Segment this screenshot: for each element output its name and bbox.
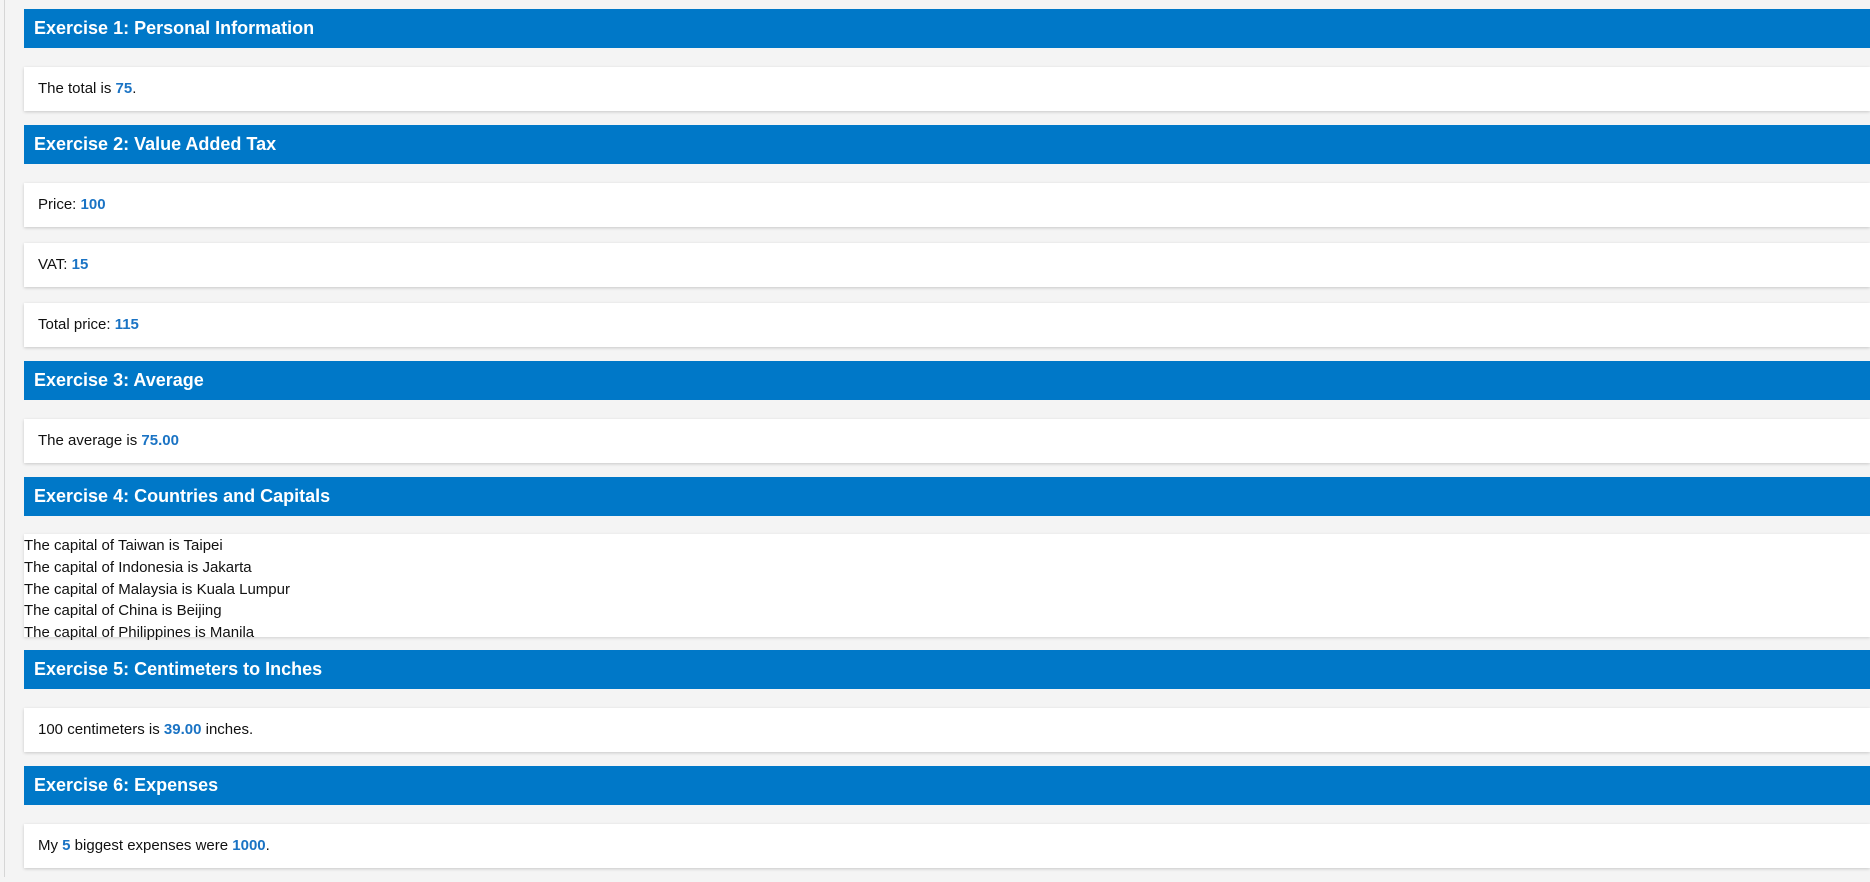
- capital-line-indonesia: The capital of Indonesia is Jakarta: [24, 558, 252, 576]
- exercise-2-header: Exercise 2: Value Added Tax: [24, 125, 1870, 164]
- average-value: 75.00: [141, 432, 179, 449]
- total-price-value: 115: [114, 316, 139, 333]
- conversion-card: 100 centimeters is 39.00 inches.: [24, 708, 1870, 752]
- capital-line-taiwan: The capital of Taiwan is Taipei: [24, 537, 223, 554]
- expenses-count-value: 5: [62, 837, 71, 854]
- expenses-text-end: .: [265, 837, 270, 854]
- vat-card: VAT: 15: [24, 243, 1870, 287]
- exercise-1-title: Exercise 1: Personal Information: [34, 18, 315, 38]
- capital-line-philippines: The capital of Philippines is Manila: [24, 624, 255, 641]
- exercise-5-header: Exercise 5: Centimeters to Inches: [24, 650, 1870, 689]
- capitals-list: The capital of Taiwan is Taipei The capi…: [24, 534, 1870, 641]
- expenses-text-middle: biggest expenses were: [70, 837, 233, 854]
- conversion-text-end: inches.: [201, 721, 254, 738]
- capital-line-malaysia: The capital of Malaysia is Kuala Lumpur: [24, 580, 290, 598]
- expenses-card: My 5 biggest expenses were 1000.: [24, 824, 1870, 868]
- price-label: Price:: [38, 196, 81, 213]
- vat-label: VAT:: [38, 256, 72, 273]
- page-left-border: [4, 0, 5, 877]
- price-card: Price: 100: [24, 183, 1870, 227]
- expenses-text: My: [38, 837, 63, 854]
- exercise-6-title: Exercise 6: Expenses: [34, 775, 219, 795]
- total-text: The total is: [38, 80, 116, 97]
- exercise-4-header: Exercise 4: Countries and Capitals: [24, 477, 1870, 516]
- exercise-1-total-card: The total is 75.: [24, 67, 1870, 111]
- exercise-1-header: Exercise 1: Personal Information: [24, 9, 1870, 48]
- average-card: The average is 75.00: [24, 419, 1870, 463]
- inches-value: 39.00: [163, 721, 202, 738]
- total-price-card: Total price: 115: [24, 303, 1870, 347]
- exercises-page: Exercise 1: Personal Information The tot…: [24, 9, 1870, 882]
- exercise-3-header: Exercise 3: Average: [24, 361, 1870, 400]
- total-price-label: Total price:: [38, 316, 115, 333]
- exercise-6-header: Exercise 6: Expenses: [24, 766, 1870, 805]
- expenses-total-value: 1000: [232, 837, 266, 854]
- vat-value: 15: [71, 256, 89, 273]
- capital-line-china: The capital of China is Beijing: [24, 602, 222, 620]
- conversion-text: 100 centimeters is: [38, 721, 164, 738]
- exercise-3-title: Exercise 3: Average: [34, 370, 204, 390]
- total-text-end: .: [132, 80, 137, 97]
- exercise-2-title: Exercise 2: Value Added Tax: [34, 134, 277, 154]
- total-value: 75: [115, 80, 133, 97]
- exercise-4-title: Exercise 4: Countries and Capitals: [34, 486, 331, 506]
- price-value: 100: [80, 196, 106, 213]
- exercise-5-title: Exercise 5: Centimeters to Inches: [34, 659, 323, 679]
- average-text: The average is: [38, 432, 142, 449]
